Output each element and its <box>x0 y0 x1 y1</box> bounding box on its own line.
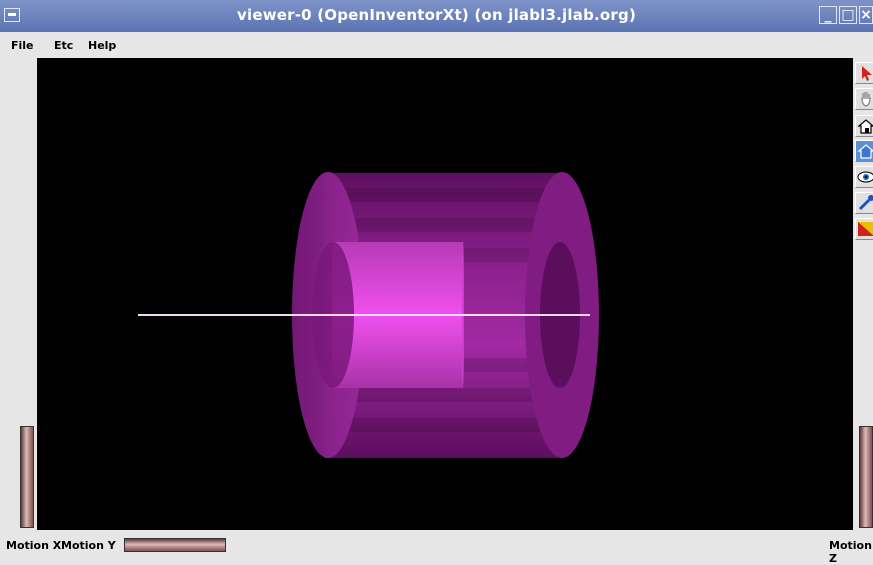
menu-etc[interactable]: Etc <box>54 39 73 52</box>
title-bar[interactable]: viewer-0 (OpenInventorXt) (on jlabl3.jla… <box>0 0 873 32</box>
select-arrow-icon[interactable] <box>855 62 873 84</box>
minimize-icon[interactable]: _ <box>819 6 837 24</box>
projection-toggle-icon[interactable] <box>855 218 873 240</box>
window-title: viewer-0 (OpenInventorXt) (on jlabl3.jla… <box>237 6 636 24</box>
home-icon[interactable] <box>855 115 873 137</box>
menu-bar: File Etc Help <box>0 32 873 58</box>
dolly-thumbwheel[interactable] <box>859 426 873 528</box>
menu-file[interactable]: File <box>11 39 34 52</box>
view-all-eye-icon[interactable] <box>855 166 873 188</box>
bottom-bar: Motion X Motion Y Motion Z <box>0 530 873 565</box>
set-home-icon[interactable] <box>855 140 873 162</box>
rotate-y-thumbwheel[interactable] <box>124 538 226 552</box>
motion-z-label: Motion Z <box>829 539 872 565</box>
menu-help[interactable]: Help <box>88 39 116 52</box>
seek-icon[interactable] <box>855 192 873 214</box>
scene-svg <box>138 172 599 458</box>
hand-view-icon[interactable] <box>855 88 873 110</box>
motion-x-label: Motion X <box>6 539 62 552</box>
maximize-icon[interactable]: □ <box>839 6 857 24</box>
motion-y-label: Motion Y <box>61 539 116 552</box>
close-icon[interactable]: × <box>859 6 873 24</box>
3d-viewport[interactable] <box>37 58 853 530</box>
rotate-x-thumbwheel[interactable] <box>20 426 34 528</box>
left-thumbwheel-panel <box>0 58 37 530</box>
